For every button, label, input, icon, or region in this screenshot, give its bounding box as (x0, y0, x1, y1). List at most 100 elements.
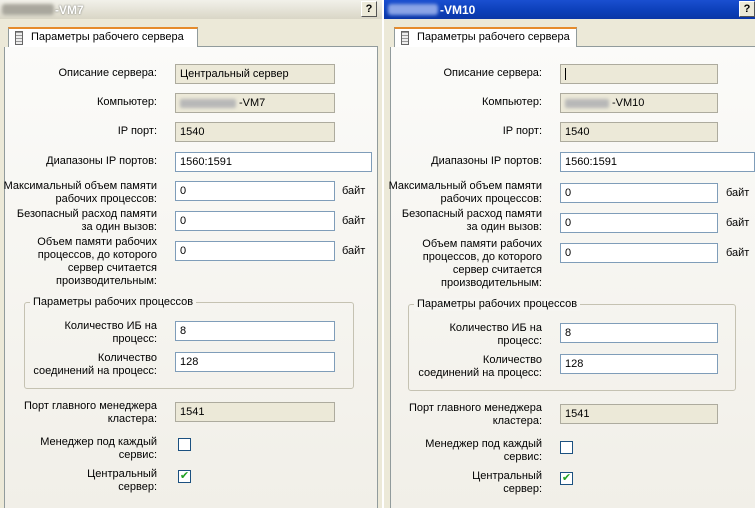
label-memory-limit-line2: процессов, до которого (422, 251, 542, 263)
left-title-bar[interactable]: -VM7 ? (0, 0, 382, 19)
right-infobases-per-process-input[interactable]: 8 (560, 323, 718, 343)
label-memory-limit: Объем памяти рабочих процессов, до котор… (422, 238, 542, 290)
label-computer: Компьютер: (482, 96, 542, 108)
label-central-server-line2: сервер: (503, 483, 542, 495)
right-connections-per-process-input[interactable]: 128 (560, 354, 718, 374)
label-central-server: Центральный сервер: (472, 470, 542, 496)
right-manager-port-field: 1541 (560, 404, 718, 424)
left-safe-memory-input[interactable]: 0 (175, 211, 335, 231)
right-window: -VM10 ? Параметры рабочего сервера Описа… (384, 0, 755, 508)
label-memory-limit-line2: процессов, до которого (37, 249, 157, 261)
label-infobases-line2: процесс: (112, 333, 157, 345)
label-manager-per-service: Менеджер под каждый сервис: (425, 438, 542, 464)
text-cursor (565, 68, 566, 81)
label-manager-port-line1: Порт главного менеджера (408, 402, 542, 414)
right-tab-label: Параметры рабочего сервера (417, 31, 570, 43)
left-infobases-per-process-input[interactable]: 8 (175, 321, 335, 341)
label-safe-memory-line1: Безопасный расход памяти (16, 208, 157, 220)
computer-name-redacted (180, 98, 236, 108)
label-server-description: Описание сервера: (443, 67, 542, 79)
left-window: -VM7 ? Параметры рабочего сервера Описан… (0, 0, 382, 508)
label-safe-memory-line1: Безопасный расход памяти (401, 208, 542, 220)
label-ip-port: IP порт: (117, 125, 157, 137)
left-server-description-field[interactable]: Центральный сервер (175, 64, 335, 84)
left-computer-suffix: -VM7 (239, 97, 266, 109)
label-max-memory-line2: рабочих процессов: (55, 193, 157, 205)
left-manager-per-service-checkbox[interactable] (178, 438, 191, 451)
left-computer-field: -VM7 (175, 93, 335, 113)
left-memory-limit-unit: байт (342, 245, 366, 257)
left-tab-label: Параметры рабочего сервера (31, 31, 184, 43)
label-infobases-per-process: Количество ИБ на процесс: (449, 322, 542, 348)
label-max-memory: Максимальный объем памяти рабочих процес… (389, 180, 542, 206)
label-memory-limit-line3: сервер считается (452, 264, 542, 276)
label-manager-port-line1: Порт главного менеджера (23, 400, 157, 412)
label-central-server: Центральный сервер: (87, 468, 157, 494)
left-connections-per-process-input[interactable]: 128 (175, 352, 335, 372)
label-manager-port: Порт главного менеджера кластера: (409, 402, 542, 428)
right-memory-limit-unit: байт (726, 247, 750, 259)
label-ip-port-ranges: Диапазоны IP портов: (46, 155, 157, 167)
right-manager-per-service-checkbox[interactable] (560, 441, 573, 454)
left-tab-worker-params[interactable]: Параметры рабочего сервера (8, 27, 198, 47)
left-memory-limit-input[interactable]: 0 (175, 241, 335, 261)
left-ip-port-field: 1540 (175, 122, 335, 142)
label-memory-limit-line4: производительным: (56, 275, 157, 287)
label-max-memory: Максимальный объем памяти рабочих процес… (4, 180, 157, 206)
left-worker-process-group-title: Параметры рабочих процессов (30, 296, 197, 309)
left-title-redacted (2, 4, 54, 15)
label-infobases-per-process: Количество ИБ на процесс: (64, 320, 157, 346)
right-window-title: -VM10 (440, 3, 476, 17)
label-manager-port: Порт главного менеджера кластера: (24, 400, 157, 426)
right-ip-port-ranges-input[interactable]: 1560:1591 (560, 152, 755, 172)
label-manager-port-line2: кластера: (107, 413, 157, 425)
right-computer-field: -VM10 (560, 93, 718, 113)
label-max-memory-line1: Максимальный объем памяти (388, 180, 542, 192)
label-ip-port-ranges: Диапазоны IP портов: (431, 155, 542, 167)
right-tab-worker-params[interactable]: Параметры рабочего сервера (394, 27, 577, 47)
label-connections-line2: соединений на процесс: (33, 365, 157, 377)
label-central-server-line2: сервер: (118, 481, 157, 493)
label-server-description: Описание сервера: (58, 67, 157, 79)
label-safe-memory-line2: за один вызов: (466, 221, 542, 233)
right-worker-process-group-title: Параметры рабочих процессов (414, 298, 581, 311)
left-max-memory-unit: байт (342, 185, 366, 197)
label-infobases-line1: Количество ИБ на (449, 322, 542, 334)
right-safe-memory-input[interactable]: 0 (560, 213, 718, 233)
left-max-memory-input[interactable]: 0 (175, 181, 335, 201)
label-memory-limit-line1: Объем памяти рабочих (37, 236, 157, 248)
label-connections-per-process: Количество соединений на процесс: (418, 354, 542, 380)
right-help-button[interactable]: ? (739, 1, 755, 17)
label-connections-line2: соединений на процесс: (418, 367, 542, 379)
right-max-memory-input[interactable]: 0 (560, 183, 718, 203)
label-manager-per-service-line1: Менеджер под каждый (425, 438, 542, 450)
left-safe-memory-unit: байт (342, 215, 366, 227)
tab-icon (15, 31, 23, 45)
label-connections-line1: Количество (97, 352, 157, 364)
label-max-memory-line1: Максимальный объем памяти (3, 180, 157, 192)
label-connections-per-process: Количество соединений на процесс: (33, 352, 157, 378)
label-safe-memory: Безопасный расход памяти за один вызов: (17, 208, 157, 234)
label-max-memory-line2: рабочих процессов: (440, 193, 542, 205)
label-memory-limit-line4: производительным: (441, 277, 542, 289)
label-central-server-line1: Центральный (87, 468, 157, 480)
right-title-bar[interactable]: -VM10 ? (384, 0, 755, 19)
label-manager-per-service: Менеджер под каждый сервис: (40, 436, 157, 462)
right-server-description-field[interactable] (560, 64, 718, 84)
left-ip-port-ranges-input[interactable]: 1560:1591 (175, 152, 372, 172)
label-manager-port-line2: кластера: (492, 415, 542, 427)
label-manager-per-service-line1: Менеджер под каждый (40, 436, 157, 448)
label-memory-limit-line1: Объем памяти рабочих (422, 238, 542, 250)
label-manager-per-service-line2: сервис: (503, 451, 542, 463)
left-central-server-checkbox[interactable]: ✔ (178, 470, 191, 483)
label-safe-memory-line2: за один вызов: (81, 221, 157, 233)
left-window-title: -VM7 (55, 3, 84, 17)
right-computer-suffix: -VM10 (612, 97, 645, 109)
right-title-redacted (388, 4, 438, 15)
label-safe-memory: Безопасный расход памяти за один вызов: (402, 208, 542, 234)
left-help-button[interactable]: ? (361, 1, 377, 17)
right-central-server-checkbox[interactable]: ✔ (560, 472, 573, 485)
label-memory-limit-line3: сервер считается (67, 262, 157, 274)
label-ip-port: IP порт: (502, 125, 542, 137)
right-memory-limit-input[interactable]: 0 (560, 243, 718, 263)
